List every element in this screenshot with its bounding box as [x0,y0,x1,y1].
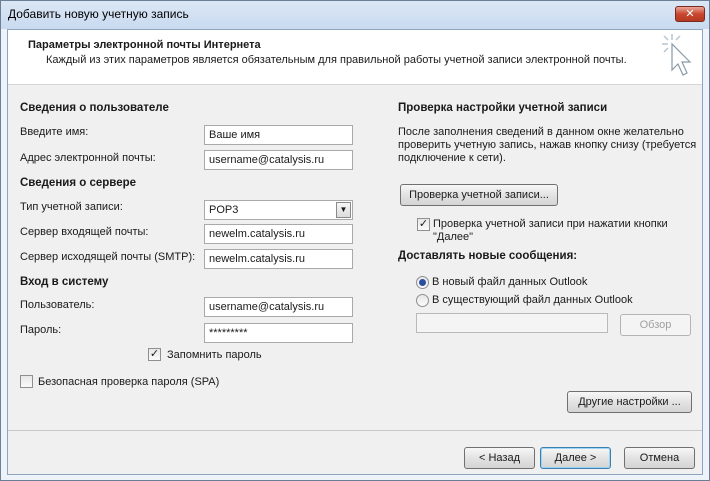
password-label: Пароль: [20,324,62,336]
data-file-path-input[interactable] [416,313,608,333]
server-info-heading: Сведения о сервере [20,177,137,189]
name-label: Введите имя: [20,126,89,138]
spa-checkbox[interactable] [20,375,33,388]
footer-divider [8,430,702,431]
auto-test-label: Проверка учетной записи при нажатии кноп… [433,218,668,243]
incoming-server-label: Сервер входящей почты: [20,226,149,238]
login-heading: Вход в систему [20,276,109,288]
deliver-existing-label: В существующий файл данных Outlook [432,294,633,306]
remember-password-checkbox[interactable]: ✓ [148,348,161,361]
close-button[interactable]: ✕ [675,6,705,22]
account-type-select[interactable]: POP3 ▼ [204,200,353,220]
name-input[interactable]: Ваше имя [204,125,353,145]
cursor-click-icon [662,34,692,76]
email-label: Адрес электронной почты: [20,152,156,164]
incoming-server-input[interactable]: newelm.catalysis.ru [204,224,353,244]
remember-password-label: Запомнить пароль [167,349,262,361]
user-info-heading: Сведения о пользователе [20,102,169,114]
header-subtitle: Каждый из этих параметров является обяза… [46,54,627,66]
chevron-down-icon[interactable]: ▼ [336,202,351,218]
username-label: Пользователь: [20,299,95,311]
test-settings-heading: Проверка настройки учетной записи [398,102,608,114]
deliver-new-radio[interactable] [416,276,429,289]
title-bar: Добавить новую учетную запись ✕ [1,1,709,29]
outgoing-server-input[interactable]: newelm.catalysis.ru [204,249,353,269]
password-input[interactable]: ********* [204,323,353,343]
outgoing-server-label: Сервер исходящей почты (SMTP): [20,251,196,263]
dialog-body: Параметры электронной почты Интернета Ка… [7,29,703,475]
next-button[interactable]: Далее > [540,447,611,469]
browse-button[interactable]: Обзор [620,314,691,336]
spa-label: Безопасная проверка пароля (SPA) [38,376,220,388]
test-description: После заполнения сведений в данном окне … [398,126,697,164]
back-button[interactable]: < Назад [464,447,535,469]
window-title: Добавить новую учетную запись [8,7,189,21]
test-account-button[interactable]: Проверка учетной записи... [400,184,558,206]
header-banner: Параметры электронной почты Интернета Ка… [8,30,702,85]
deliver-new-label: В новый файл данных Outlook [432,276,588,288]
more-settings-button[interactable]: Другие настройки ... [567,391,692,413]
header-title: Параметры электронной почты Интернета [28,39,261,51]
auto-test-checkbox[interactable]: ✓ [417,218,430,231]
cancel-button[interactable]: Отмена [624,447,695,469]
email-input[interactable]: username@catalysis.ru [204,150,353,170]
deliver-heading: Доставлять новые сообщения: [398,250,578,262]
username-input[interactable]: username@catalysis.ru [204,297,353,317]
dialog-window: Добавить новую учетную запись ✕ Параметр… [0,0,710,481]
account-type-value: POP3 [209,204,239,216]
deliver-existing-radio[interactable] [416,294,429,307]
account-type-label: Тип учетной записи: [20,201,123,213]
